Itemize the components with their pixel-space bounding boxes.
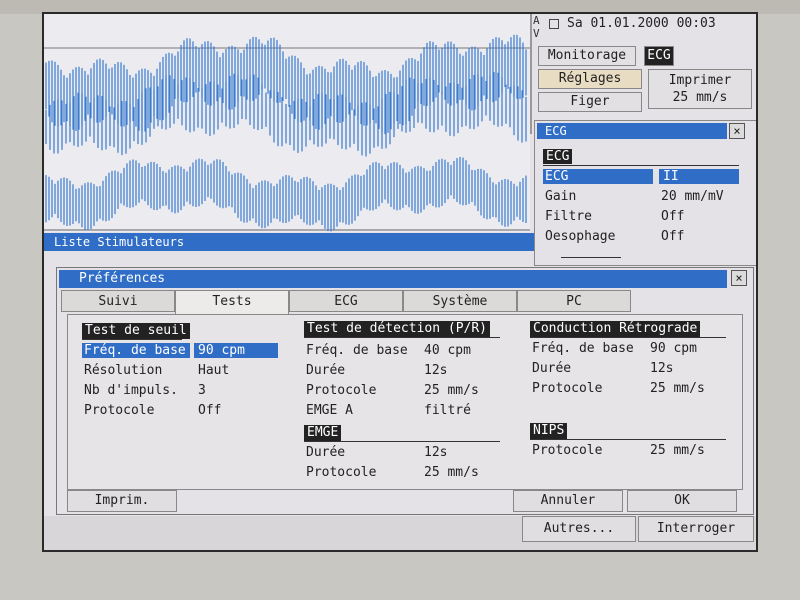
seuil-impulses-label[interactable]: Nb d'impuls. (84, 383, 178, 398)
ecg-panel-bottom-rule (561, 257, 621, 258)
conduction-duration-value[interactable]: 12s (650, 361, 673, 376)
conduction-freq-label[interactable]: Fréq. de base (532, 341, 634, 356)
ecg-mode-label: ECG (647, 48, 671, 63)
more-button[interactable]: Autres... (522, 516, 636, 542)
ecg-panel-title: ECG (537, 123, 727, 139)
conduction-rule (530, 337, 726, 338)
cancel-label: Annuler (540, 493, 596, 508)
nips-protocol-label[interactable]: Protocole (532, 443, 602, 458)
seuil-resolution-value[interactable]: Haut (198, 363, 229, 378)
detection-rule (304, 337, 500, 338)
ecg-oesophage-value[interactable]: Off (661, 229, 684, 244)
detection-protocol-label[interactable]: Protocole (306, 383, 376, 398)
conduction-header: Conduction Rétrograde (530, 321, 701, 337)
conduction-duration-label[interactable]: Durée (532, 361, 571, 376)
cancel-button[interactable]: Annuler (513, 490, 623, 512)
preferences-close-icon[interactable]: × (731, 270, 747, 286)
seuil-freq-value[interactable]: 90 cpm (194, 343, 278, 358)
device-screen: Liste Stimulateurs A V Sa 01.01.2000 00:… (42, 12, 758, 552)
conduction-protocol-label[interactable]: Protocole (532, 381, 602, 396)
emge-duration-value[interactable]: 12s (424, 445, 447, 460)
ok-label: OK (674, 493, 690, 508)
detection-duration-label[interactable]: Durée (306, 363, 345, 378)
ecg-trace-svg (44, 34, 530, 232)
monitoring-button[interactable]: Monitorage (538, 46, 636, 66)
emge-rule (304, 441, 500, 442)
freeze-label: Figer (570, 94, 610, 109)
ecg-filter-value[interactable]: Off (661, 209, 684, 224)
print-button[interactable]: Imprimer 25 mm/s (648, 69, 752, 109)
stimulator-list-bar[interactable]: Liste Stimulateurs (44, 233, 534, 251)
emge-header: EMGE (304, 425, 342, 441)
tests-tab-content: Test de seuil Fréq. de base 90 cpm Résol… (67, 314, 743, 490)
ecg-oesophage-label[interactable]: Oesophage (545, 229, 615, 244)
nips-rule (530, 439, 726, 440)
interrogate-button[interactable]: Interroger (638, 516, 754, 542)
detection-freq-value[interactable]: 40 cpm (424, 343, 471, 358)
stimulator-list-label: Liste Stimulateurs (54, 235, 185, 249)
ecg-waveform-area (44, 14, 530, 232)
ecg-lead-value[interactable]: II (659, 169, 739, 184)
ok-button[interactable]: OK (627, 490, 737, 512)
freeze-button[interactable]: Figer (538, 92, 642, 112)
seuil-header: Test de seuil (82, 323, 190, 339)
ecg-lead-label[interactable]: ECG (543, 169, 653, 184)
ecg-filter-label[interactable]: Filtre (545, 209, 592, 224)
detection-duration-value[interactable]: 12s (424, 363, 447, 378)
more-label: Autres... (543, 521, 615, 536)
tab-pc[interactable]: PC (517, 290, 631, 312)
seuil-rule (82, 339, 182, 340)
tab-suivi[interactable]: Suivi (61, 290, 175, 312)
print-label: Imprimer (668, 73, 732, 88)
tab-systeme[interactable]: Système (403, 290, 517, 312)
settings-label: Réglages (558, 71, 622, 86)
ecg-panel-close-icon[interactable]: × (729, 123, 745, 139)
nips-header: NIPS (530, 423, 568, 439)
seuil-impulses-value[interactable]: 3 (198, 383, 206, 398)
preferences-title: Préférences (59, 270, 727, 288)
preferences-dialog: Préférences × Suivi Tests ECG Système PC… (56, 267, 754, 515)
detection-header: Test de détection (P/R) (304, 321, 491, 337)
status-indicator-icon (549, 18, 559, 29)
ecg-gain-label[interactable]: Gain (545, 189, 576, 204)
print-prefs-label: Imprim. (94, 493, 150, 508)
monitoring-label: Monitorage (547, 48, 627, 63)
datetime-display: Sa 01.01.2000 00:03 (549, 14, 756, 34)
seuil-freq-label[interactable]: Fréq. de base (82, 343, 190, 358)
emge-duration-label[interactable]: Durée (306, 445, 345, 460)
tab-ecg[interactable]: ECG (289, 290, 403, 312)
interrogate-label: Interroger (656, 521, 736, 536)
ecg-section-header: ECG (543, 149, 573, 164)
print-prefs-button[interactable]: Imprim. (67, 490, 177, 512)
seuil-protocol-label[interactable]: Protocole (84, 403, 154, 418)
detection-emge-value[interactable]: filtré (424, 403, 471, 418)
detection-freq-label[interactable]: Fréq. de base (306, 343, 408, 358)
detection-emge-label[interactable]: EMGE A (306, 403, 353, 418)
tab-tests[interactable]: Tests (175, 290, 289, 315)
settings-button[interactable]: Réglages (538, 69, 642, 89)
seuil-resolution-label[interactable]: Résolution (84, 363, 162, 378)
conduction-freq-value[interactable]: 90 cpm (650, 341, 697, 356)
detection-protocol-value[interactable]: 25 mm/s (424, 383, 479, 398)
ecg-gain-value[interactable]: 20 mm/mV (661, 189, 724, 204)
conduction-protocol-value[interactable]: 25 mm/s (650, 381, 705, 396)
datetime-text: Sa 01.01.2000 00:03 (567, 16, 716, 31)
ecg-mode-tag[interactable]: ECG (644, 46, 674, 66)
print-speed: 25 mm/s (672, 90, 728, 105)
emge-protocol-value[interactable]: 25 mm/s (424, 465, 479, 480)
channel-marks: A V (533, 14, 540, 40)
ecg-settings-panel: ECG × ECG ECG II Gain 20 mm/mV Filtre Of… (534, 120, 756, 266)
emge-protocol-label[interactable]: Protocole (306, 465, 376, 480)
seuil-protocol-value[interactable]: Off (198, 403, 221, 418)
nips-protocol-value[interactable]: 25 mm/s (650, 443, 705, 458)
ecg-section-rule (543, 165, 739, 166)
